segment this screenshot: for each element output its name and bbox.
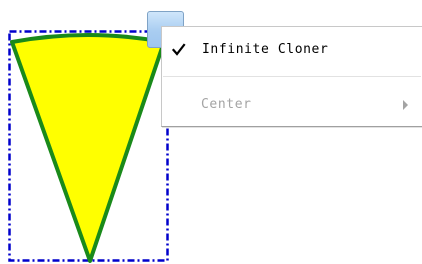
context-menu: Infinite Cloner Center [161,26,422,127]
menu-item-label: Infinite Cloner [202,42,329,57]
wedge-shape[interactable] [10,33,166,263]
menu-item-center[interactable]: Center [162,94,422,116]
menu-divider [163,76,421,77]
drawing-canvas[interactable]: Infinite Cloner Center [0,0,422,264]
submenu-arrow-icon [403,100,408,110]
check-icon [172,43,186,56]
menu-item-label: Center [201,97,252,112]
menu-item-infinite-cloner[interactable]: Infinite Cloner [162,39,422,61]
